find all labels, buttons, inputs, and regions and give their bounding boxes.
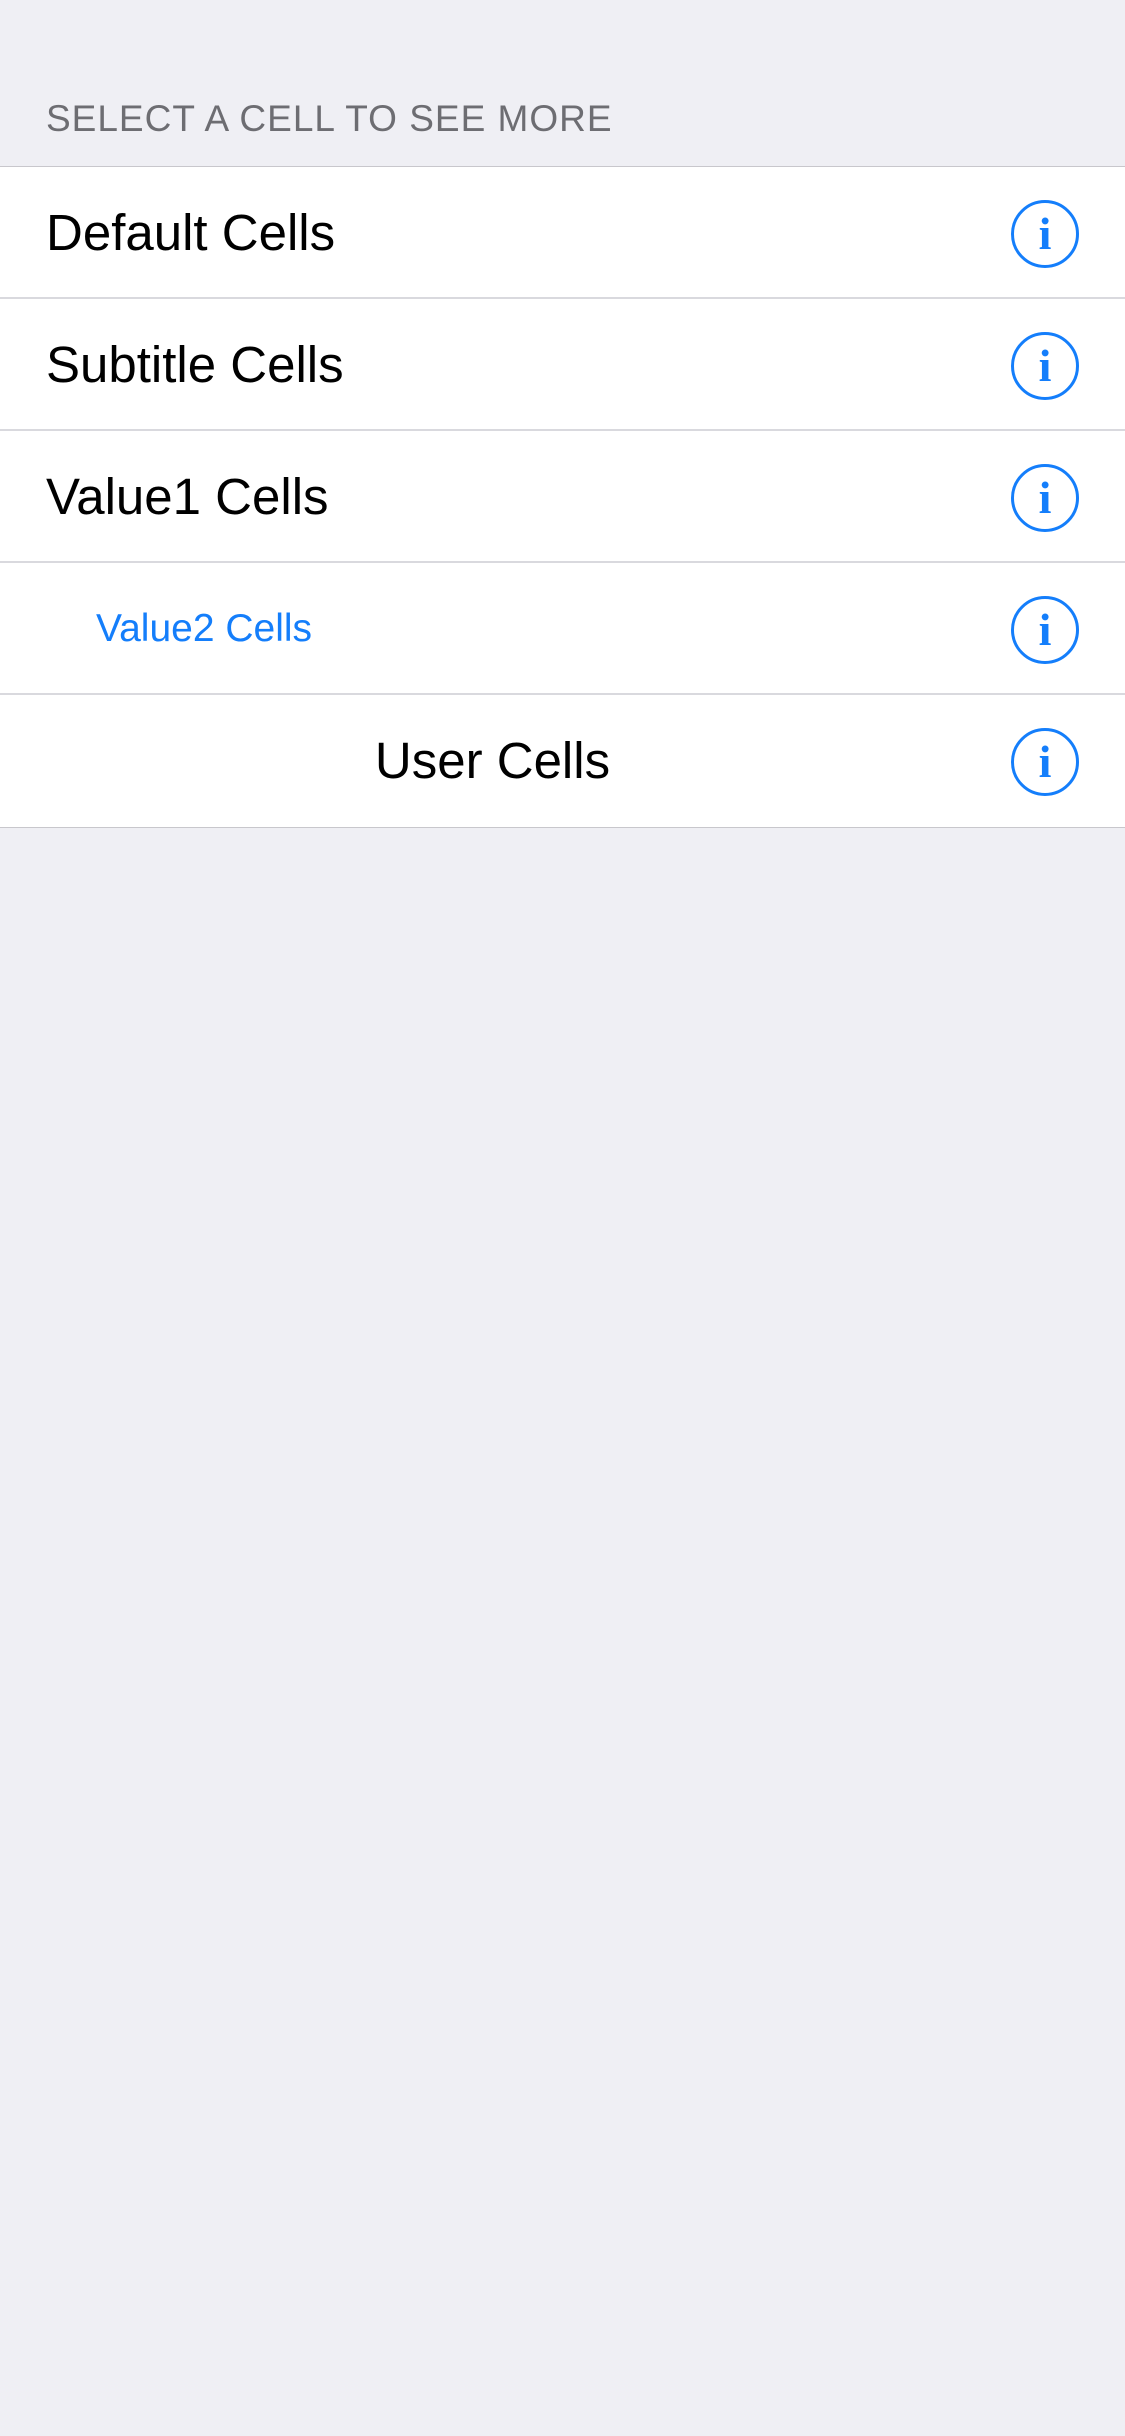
cell-subtitle[interactable]: Subtitle Cells i [0, 299, 1125, 431]
cell-user[interactable]: User Cells i [0, 695, 1125, 827]
cell-value2[interactable]: Value2 Cells i [0, 563, 1125, 695]
cell-label: Default Cells [46, 204, 336, 261]
info-icon[interactable]: i [1011, 728, 1079, 796]
cell-value1[interactable]: Value1 Cells i [0, 431, 1125, 563]
info-glyph: i [1038, 472, 1052, 523]
section-header: SELECT A CELL TO SEE MORE [46, 98, 613, 139]
info-icon[interactable]: i [1011, 332, 1079, 400]
cell-label: User Cells [374, 732, 611, 789]
info-icon[interactable]: i [1011, 464, 1079, 532]
cell-label: Value1 Cells [46, 468, 329, 525]
info-glyph: i [1038, 208, 1052, 259]
info-glyph: i [1038, 604, 1052, 655]
table-view-screen: SELECT A CELL TO SEE MORE Default Cells … [0, 0, 1125, 2436]
info-glyph: i [1038, 340, 1052, 391]
cell-default[interactable]: Default Cells i [0, 167, 1125, 299]
info-icon[interactable]: i [1011, 200, 1079, 268]
cell-list: Default Cells i Subtitle Cells i Value1 … [0, 166, 1125, 828]
cell-label: Value2 Cells [96, 607, 313, 650]
info-glyph: i [1038, 736, 1052, 787]
info-icon[interactable]: i [1011, 596, 1079, 664]
cell-label: Subtitle Cells [46, 336, 344, 393]
